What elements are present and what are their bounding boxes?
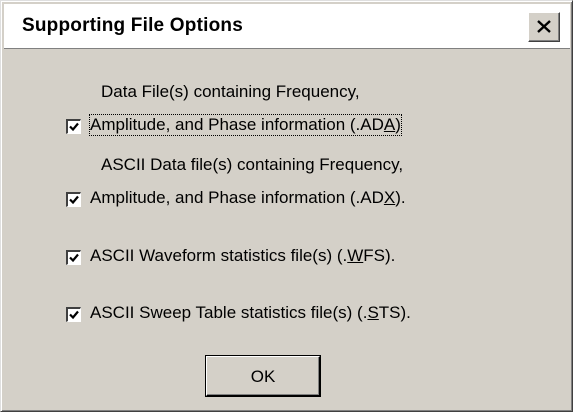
supporting-file-options-dialog: Supporting File Options Data File(s) con… — [0, 0, 573, 412]
option-ada-label[interactable]: Amplitude, and Phase information (.ADA) — [89, 114, 402, 136]
option-adx-line1: ASCII Data file(s) containing Frequency, — [101, 155, 404, 174]
checkbox-sts[interactable] — [66, 307, 81, 322]
checkbox-ada[interactable] — [66, 119, 81, 134]
dialog-title: Supporting File Options — [22, 15, 243, 36]
checkbox-wfs[interactable] — [66, 250, 81, 265]
dialog-body: Data File(s) containing Frequency, Ampli… — [4, 49, 570, 409]
check-icon — [69, 195, 79, 205]
option-ada-line1: Data File(s) containing Frequency, — [101, 82, 360, 101]
ok-button-label: OK — [250, 367, 276, 386]
check-icon — [69, 310, 79, 320]
option-sts-label[interactable]: ASCII Sweep Table statistics file(s) (.S… — [90, 303, 411, 323]
close-icon — [537, 20, 551, 33]
close-button[interactable] — [528, 12, 560, 42]
title-bar[interactable]: Supporting File Options — [4, 4, 570, 49]
check-icon — [69, 122, 79, 132]
checkbox-adx[interactable] — [66, 192, 81, 207]
check-icon — [69, 253, 79, 263]
option-wfs-label[interactable]: ASCII Waveform statistics file(s) (.WFS)… — [90, 246, 395, 266]
option-adx-label[interactable]: Amplitude, and Phase information (.ADX). — [90, 188, 406, 208]
ok-button[interactable]: OK — [206, 356, 320, 396]
